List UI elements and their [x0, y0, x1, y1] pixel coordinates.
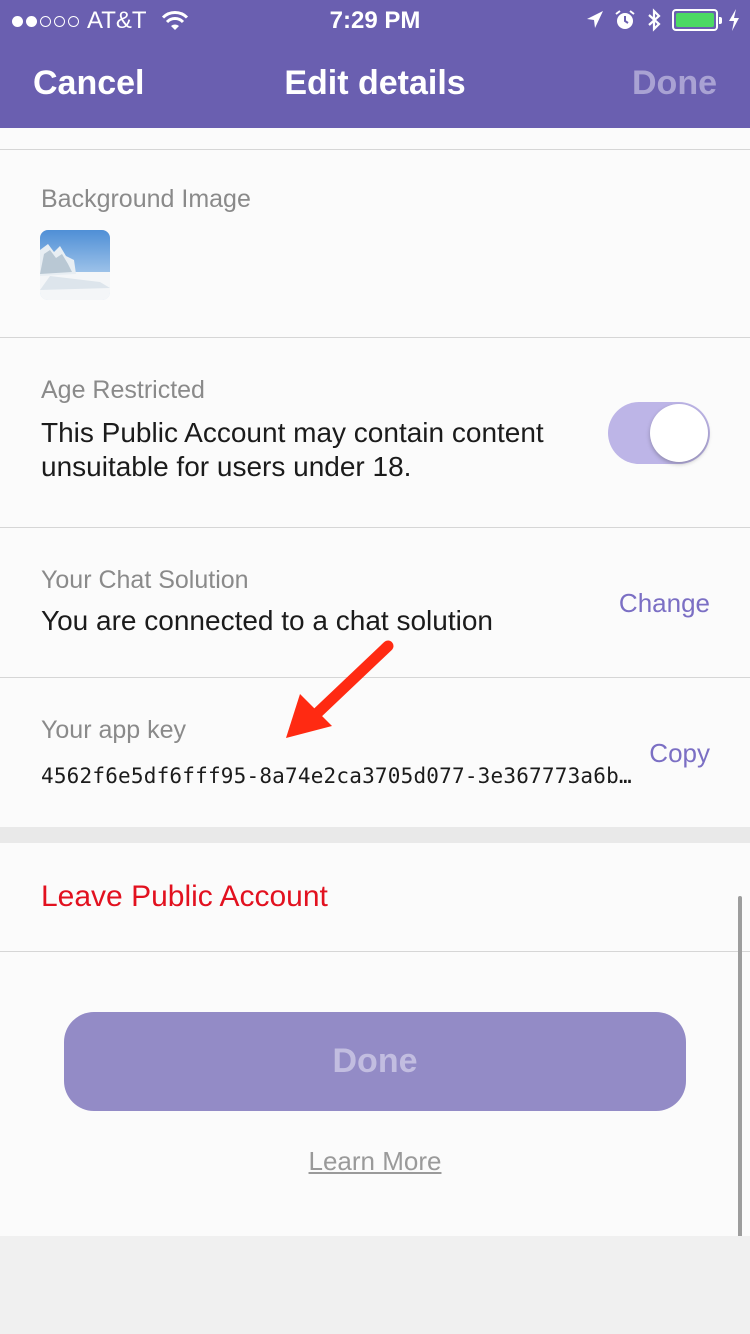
learn-more-link[interactable]: Learn More	[0, 1146, 750, 1177]
navigation-bar: Cancel Edit details Done	[0, 40, 750, 128]
app-key-value: 4562f6e5df6fff95-8a74e2ca3705d077-3e3677…	[41, 764, 632, 788]
leave-public-account-button[interactable]: Leave Public Account	[41, 880, 328, 914]
change-button[interactable]: Change	[619, 588, 710, 619]
location-arrow-icon	[587, 11, 603, 28]
copy-button[interactable]: Copy	[649, 738, 710, 769]
top-bar: AT&T 7:29 PM Cancel Edit details Done	[0, 0, 750, 128]
status-bar: AT&T 7:29 PM	[0, 0, 750, 40]
scroll-indicator	[738, 896, 742, 1268]
age-restricted-label: Age Restricted	[41, 376, 205, 404]
battery-icon	[672, 9, 722, 31]
divider	[0, 337, 750, 338]
done-button[interactable]: Done	[64, 1012, 686, 1111]
charging-bolt-icon	[729, 9, 739, 31]
bluetooth-icon	[648, 8, 661, 32]
cancel-button[interactable]: Cancel	[33, 64, 145, 103]
divider	[0, 149, 750, 150]
status-right	[586, 8, 740, 32]
chat-solution-status: You are connected to a chat solution	[41, 605, 493, 636]
done-nav-button[interactable]: Done	[632, 64, 717, 103]
background-image-thumbnail[interactable]	[40, 230, 110, 300]
divider	[0, 951, 750, 952]
winter-landscape-icon	[40, 230, 110, 300]
bottom-area	[0, 1236, 750, 1334]
alarm-clock-icon	[615, 10, 635, 29]
divider	[0, 527, 750, 528]
age-restricted-toggle[interactable]	[608, 402, 710, 464]
age-restricted-description: This Public Account may contain content …	[41, 417, 544, 482]
annotation-arrow-icon	[286, 640, 394, 738]
background-image-label: Background Image	[41, 185, 251, 213]
app-key-label: Your app key	[41, 716, 187, 744]
section-gap	[0, 827, 750, 843]
chat-solution-label: Your Chat Solution	[41, 566, 249, 594]
toggle-knob	[650, 404, 708, 462]
